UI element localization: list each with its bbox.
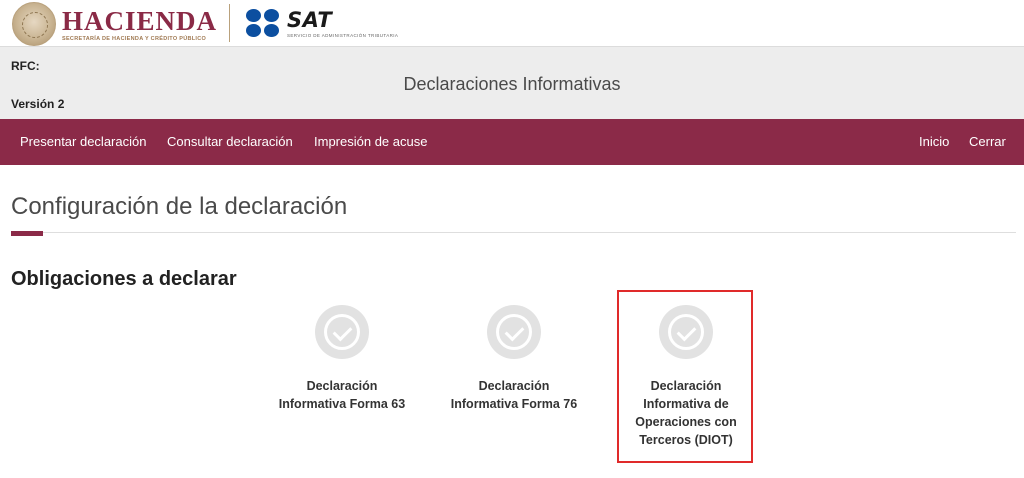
obligation-forma-76[interactable]: Declaración Informativa Forma 76	[447, 305, 581, 413]
main-navbar: Presentar declaración Consultar declarac…	[0, 119, 1024, 165]
check-circle-icon	[487, 305, 541, 359]
page-title: Configuración de la declaración	[11, 193, 348, 220]
sat-logo: SAT SERVICIO DE ADMINISTRACIÓN TRIBUTARI…	[244, 4, 398, 42]
hacienda-title: HACIENDA	[62, 5, 218, 36]
diot-highlight-box	[617, 290, 753, 463]
sat-title: SAT	[287, 7, 333, 32]
sat-mark-icon	[244, 8, 282, 38]
logo-divider	[229, 4, 230, 42]
sat-subtitle: SERVICIO DE ADMINISTRACIÓN TRIBUTARIA	[287, 32, 399, 38]
title-accent	[11, 231, 43, 236]
logo-bar: HACIENDA SECRETARÍA DE HACIENDA Y CRÉDIT…	[0, 0, 1024, 46]
title-divider	[11, 232, 1016, 233]
app-title: Declaraciones Informativas	[403, 74, 621, 94]
hacienda-logo: HACIENDA SECRETARÍA DE HACIENDA Y CRÉDIT…	[12, 2, 218, 46]
nav-inicio[interactable]: Inicio	[919, 134, 949, 149]
rfc-label: RFC:	[11, 59, 40, 73]
nav-consultar-declaracion[interactable]: Consultar declaración	[167, 134, 293, 149]
section-title: Obligaciones a declarar	[11, 268, 237, 290]
version-label: Versión 2	[11, 97, 65, 111]
obligation-label: Declaración Informativa Forma 76	[450, 379, 578, 411]
nav-cerrar[interactable]: Cerrar	[969, 134, 1006, 149]
coat-of-arms-icon	[12, 2, 56, 46]
nav-impresion-acuse[interactable]: Impresión de acuse	[314, 134, 427, 149]
title-band: RFC: Versión 2 Declaraciones Informativa…	[0, 46, 1024, 119]
obligation-label: Declaración Informativa Forma 63	[278, 379, 406, 411]
nav-presentar-declaracion[interactable]: Presentar declaración	[20, 134, 146, 149]
hacienda-subtitle: SECRETARÍA DE HACIENDA Y CRÉDITO PÚBLICO	[62, 35, 207, 42]
obligation-forma-63[interactable]: Declaración Informativa Forma 63	[275, 305, 409, 413]
check-circle-icon	[315, 305, 369, 359]
